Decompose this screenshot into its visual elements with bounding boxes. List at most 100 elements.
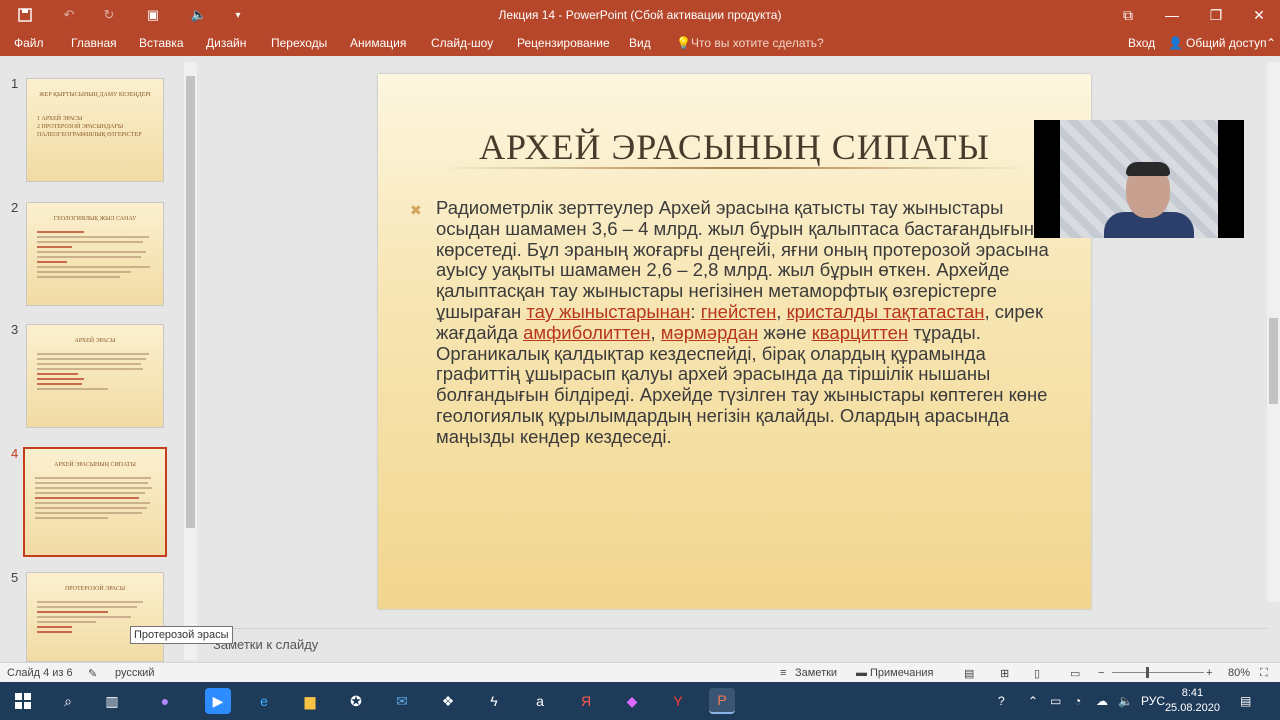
zoom-slider-handle[interactable] <box>1146 667 1149 678</box>
thumb-title: АРХЕЙ ЭРАСЫНЫҢ СИПАТЫ <box>54 462 136 468</box>
thumb-text-lines <box>37 231 155 281</box>
help-icon[interactable]: ? <box>998 682 1005 720</box>
lightning-app-icon[interactable]: ϟ <box>481 688 507 714</box>
search-icon[interactable]: ⌕ <box>55 688 81 714</box>
hyperlink[interactable]: амфиболиттен <box>523 322 650 343</box>
tab-insert[interactable]: Вставка <box>139 36 184 50</box>
minimize-button[interactable]: — <box>1150 0 1194 30</box>
network-icon[interactable]: ▭ <box>1050 682 1061 720</box>
tab-home[interactable]: Главная <box>71 36 117 50</box>
tab-design[interactable]: Дизайн <box>206 36 246 50</box>
tab-slideshow[interactable]: Слайд-шоу <box>431 36 493 50</box>
tell-me-input[interactable]: Что вы хотите сделать? <box>691 36 824 50</box>
show-hidden-icons[interactable]: ⌃ <box>1028 682 1038 720</box>
webcam-person-hair <box>1126 162 1170 176</box>
hyperlink[interactable]: тау жыныстарынан <box>526 301 690 322</box>
hyperlink[interactable]: мәрмәрдан <box>661 322 758 343</box>
volume-icon[interactable]: 🔈 <box>1118 682 1133 720</box>
fit-to-window-icon[interactable]: ⛶ <box>1260 667 1268 680</box>
hyperlink[interactable]: кварциттен <box>812 322 908 343</box>
notes-icon[interactable]: ≡ <box>780 667 786 679</box>
mail-icon[interactable]: ✉ <box>389 688 415 714</box>
app-icon[interactable]: ✪ <box>343 688 369 714</box>
yandex-browser-icon[interactable]: Y <box>665 688 691 714</box>
thumb-number: 2 <box>11 200 19 215</box>
signin-link[interactable]: Вход <box>1128 36 1155 50</box>
zoom-level[interactable]: 80% <box>1228 667 1250 679</box>
color-app-icon[interactable]: ◆ <box>619 688 645 714</box>
slide-thumbnail-1[interactable]: ЖЕР ҚЫРТЫСЫНЫҢ ДАМУ КЕЗЕҢДЕРІ 1 АРХЕЙ ЭР… <box>26 78 164 182</box>
spelling-icon[interactable]: ✎ <box>88 667 97 680</box>
edge-icon[interactable]: e <box>251 688 277 714</box>
tab-transitions[interactable]: Переходы <box>271 36 327 50</box>
reading-view-icon[interactable]: ▯ <box>1034 667 1040 680</box>
zoom-in-icon[interactable]: + <box>1206 667 1212 679</box>
clock-time: 8:41 <box>1181 687 1204 699</box>
scrollbar-thumb[interactable] <box>186 76 195 528</box>
body-text: , <box>776 300 787 322</box>
thumb-number: 1 <box>11 76 19 91</box>
scrollbar-thumb[interactable] <box>1269 318 1278 404</box>
body-text: және <box>758 321 812 343</box>
window-title: Лекция 14 - PowerPoint (Сбой активации п… <box>498 8 782 22</box>
slide-scrollbar[interactable] <box>1267 62 1280 602</box>
dropbox-icon[interactable]: ❖ <box>435 688 461 714</box>
thumbnail-scrollbar[interactable] <box>184 62 197 660</box>
collapse-ribbon-icon[interactable]: ⌃ <box>1266 36 1276 50</box>
tab-file[interactable]: Файл <box>14 36 44 50</box>
slide-thumbnail-2[interactable]: ГЕОЛОГИЯЛЫҚ ЖЫЛ САНАУ <box>26 202 164 306</box>
task-view-icon[interactable]: ▥ <box>99 688 125 714</box>
slide-canvas[interactable]: АРХЕЙ ЭРАСЫНЫҢ СИПАТЫ ✖ Радиометрлік зер… <box>378 74 1091 609</box>
ribbon-display-options-icon[interactable]: ⧉ <box>1106 0 1150 30</box>
tab-review[interactable]: Рецензирование <box>517 36 610 50</box>
zoom-out-icon[interactable]: − <box>1098 667 1104 679</box>
slide-sorter-icon[interactable]: ⊞ <box>1000 667 1009 680</box>
comments-button[interactable]: Примечания <box>870 667 934 679</box>
thumb-number: 3 <box>11 322 19 337</box>
file-explorer-icon[interactable]: ▆ <box>297 688 323 714</box>
yandex-icon[interactable]: Я <box>573 688 599 714</box>
zoom-app-icon[interactable]: ▶ <box>205 688 231 714</box>
close-button[interactable]: ✕ <box>1237 0 1280 30</box>
input-language[interactable]: РУС <box>1141 682 1165 720</box>
notifications-icon[interactable]: ▤ <box>1240 682 1251 720</box>
amazon-icon[interactable]: a <box>527 688 553 714</box>
slide-thumbnail-4[interactable]: АРХЕЙ ЭРАСЫНЫҢ СИПАТЫ <box>23 447 167 557</box>
slide-body-text[interactable]: Радиометрлік зерттеулер Архей эрасына қа… <box>436 197 1068 448</box>
notes-pane[interactable]: Заметки к слайду <box>200 628 1267 662</box>
hyperlink[interactable]: кристалды тақтатастан <box>787 301 985 322</box>
thumb-number: 5 <box>11 570 19 585</box>
thumb-number: 4 <box>11 446 19 461</box>
system-clock[interactable]: 8:41 25.08.2020 <box>1165 686 1220 716</box>
tab-animations[interactable]: Анимация <box>350 36 406 50</box>
normal-view-icon[interactable]: ▤ <box>964 667 974 680</box>
thumbnail-tooltip: Протерозой эрасы <box>130 626 233 644</box>
slide-thumbnail-3[interactable]: АРХЕЙ ЭРАСЫ <box>26 324 164 428</box>
powerpoint-taskbar-icon[interactable]: P <box>709 688 735 714</box>
onedrive-icon[interactable]: ☁ <box>1096 682 1108 720</box>
slide-title[interactable]: АРХЕЙ ЭРАСЫНЫҢ СИПАТЫ <box>378 126 1091 168</box>
language-indicator[interactable]: русский <box>115 667 154 679</box>
wifi-icon[interactable]: ◔ <box>1074 682 1081 720</box>
slide-counter: Слайд 4 из 6 <box>7 667 73 679</box>
zoom-slider[interactable] <box>1112 672 1204 673</box>
title-underline <box>438 167 1031 169</box>
thumb-text-lines <box>35 477 157 522</box>
slide-thumbnail-5[interactable]: ПРОТЕРОЗОЙ ЭРАСЫ <box>26 572 164 662</box>
windows-start-icon[interactable] <box>10 688 36 714</box>
thumb-title: ПРОТЕРОЗОЙ ЭРАСЫ <box>64 586 126 592</box>
windows-taskbar: ⌕ ▥ ● ▶ e ▆ ✪ ✉ ❖ ϟ a Я ◆ Y P ? ⌃ ▭ ◔ ☁ … <box>0 682 1280 720</box>
status-bar: Слайд 4 из 6 ✎ русский ≡ Заметки ▬ Приме… <box>0 662 1280 682</box>
comments-icon[interactable]: ▬ <box>856 667 867 679</box>
tab-view[interactable]: Вид <box>629 36 651 50</box>
notes-button[interactable]: Заметки <box>795 667 837 679</box>
share-button[interactable]: Общий доступ <box>1186 36 1267 50</box>
slideshow-icon[interactable]: ▭ <box>1070 667 1080 680</box>
hyperlink[interactable]: гнейстен <box>701 301 777 322</box>
thumb-title: АРХЕЙ ЭРАСЫ <box>74 338 116 344</box>
title-bar: ↶ ↻ ▣ 🔈 ▾ Лекция 14 - PowerPoint (Сбой а… <box>0 0 1280 30</box>
restore-button[interactable]: ❐ <box>1194 0 1238 30</box>
slide-thumbnail-pane: 1 ЖЕР ҚЫРТЫСЫНЫҢ ДАМУ КЕЗЕҢДЕРІ 1 АРХЕЙ … <box>0 56 200 662</box>
browser-app-icon[interactable]: ● <box>152 688 178 714</box>
lightbulb-icon: 💡 <box>676 36 691 50</box>
